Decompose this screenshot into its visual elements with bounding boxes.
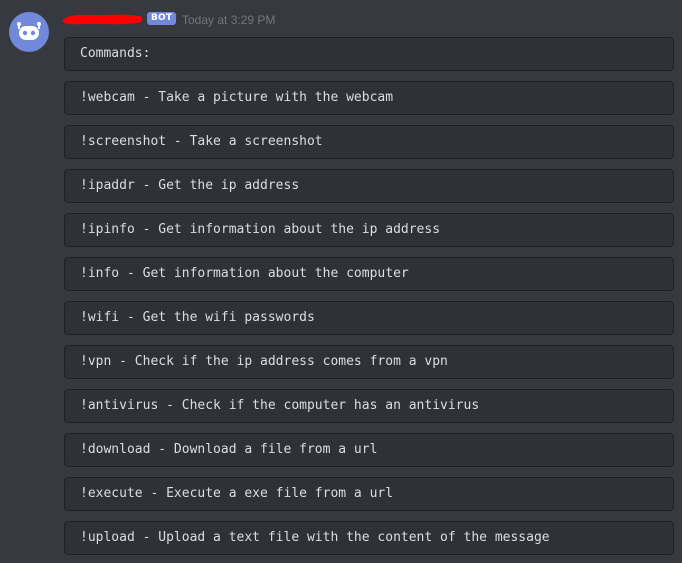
code-block-antivirus: !antivirus - Check if the computer has a…	[64, 389, 674, 423]
redacted-username[interactable]	[62, 11, 144, 27]
code-block-header: Commands:	[64, 37, 674, 71]
code-block-download: !download - Download a file from a url	[64, 433, 674, 467]
code-block-ipaddr: !ipaddr - Get the ip address	[64, 169, 674, 203]
code-block-upload: !upload - Upload a text file with the co…	[64, 521, 674, 555]
message-timestamp[interactable]: Today at 3:29 PM	[182, 12, 275, 28]
code-block-screenshot: !screenshot - Take a screenshot	[64, 125, 674, 159]
code-block-webcam: !webcam - Take a picture with the webcam	[64, 81, 674, 115]
bot-avatar-icon[interactable]	[9, 12, 49, 52]
code-block-vpn: !vpn - Check if the ip address comes fro…	[64, 345, 674, 379]
code-block-wifi: !wifi - Get the wifi passwords	[64, 301, 674, 335]
chat-message: BOT Today at 3:29 PM Commands: !webcam -…	[0, 0, 682, 563]
code-block-ipinfo: !ipinfo - Get information about the ip a…	[64, 213, 674, 247]
code-block-info: !info - Get information about the comput…	[64, 257, 674, 291]
message-content: Commands: !webcam - Take a picture with …	[64, 37, 674, 563]
bot-tag: BOT	[147, 12, 177, 25]
code-block-execute: !execute - Execute a exe file from a url	[64, 477, 674, 511]
